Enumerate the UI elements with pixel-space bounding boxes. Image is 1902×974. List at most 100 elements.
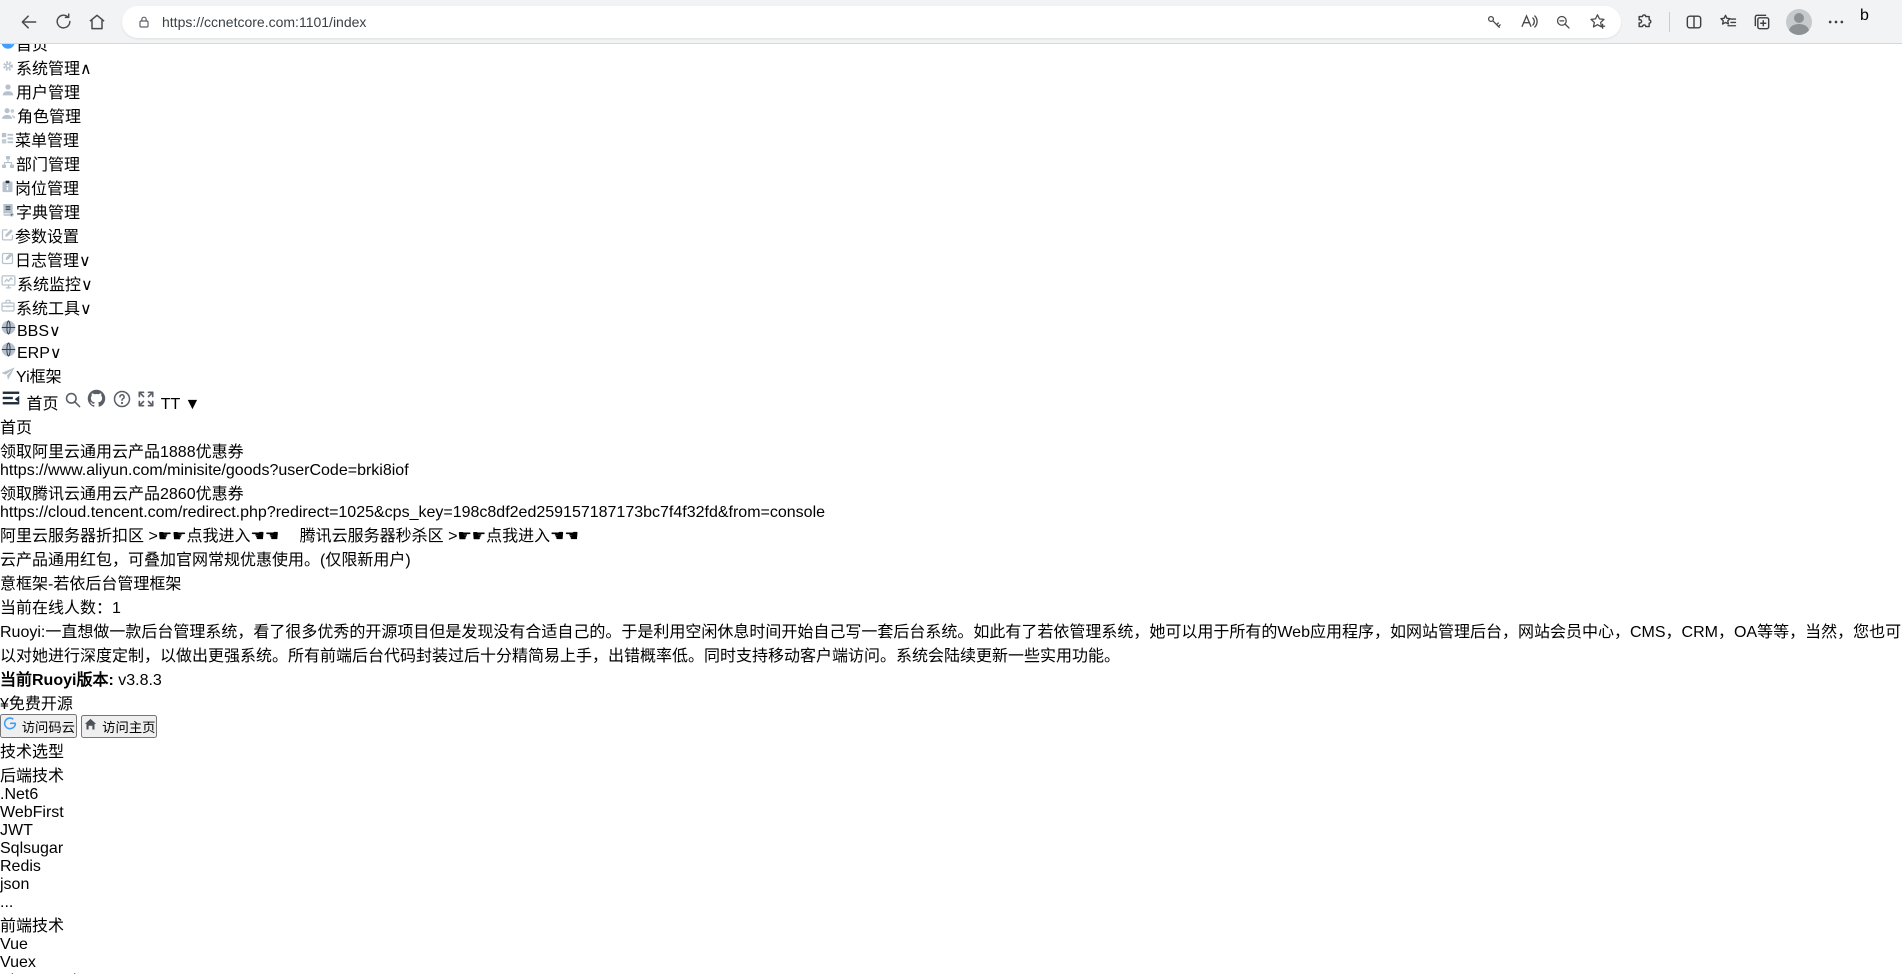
top-navbar: 首页 TT ▼	[0, 387, 1902, 414]
dictionary-icon	[0, 205, 16, 222]
tech-list-item: .Net6	[0, 786, 1902, 804]
favorites-icon[interactable]	[1718, 12, 1738, 32]
sidebar-item-erp[interactable]: ERP∨	[0, 341, 1902, 363]
zoom-out-icon[interactable]	[1554, 13, 1572, 31]
intro-row: 意框架-若依后台管理框架 当前在线人数：1 Ruoyi:一直想做一款后台管理系统…	[0, 570, 1902, 974]
tag-label: 首页	[0, 420, 32, 437]
lock-icon[interactable]	[136, 14, 152, 30]
sidebar-item-label: 系统管理	[16, 61, 80, 78]
sidebar-item-log-management[interactable]: 日志管理∨	[0, 247, 1902, 271]
visit-homepage-button[interactable]: 访问主页	[81, 715, 157, 738]
tech-list-item: JWT	[0, 822, 1902, 840]
tech-list-item: Sqlsugar	[0, 840, 1902, 858]
announcement-line: 领取阿里云通用云产品1888优惠券	[0, 438, 1902, 462]
announcement-line: https://cloud.tencent.com/redirect.php?r…	[0, 504, 1902, 522]
visit-gitee-button[interactable]: 访问码云	[0, 714, 77, 738]
home-solid-icon	[83, 720, 102, 735]
announcement-line: 云产品通用红包，可叠加官网常规优惠使用。(仅限新用户)	[0, 546, 1902, 570]
profile-avatar[interactable]	[1786, 9, 1812, 35]
sidebar-item-label: 菜单管理	[15, 133, 79, 150]
org-tree-icon	[0, 157, 16, 174]
tech-section: 技术选型 后端技术 .Net6WebFirstJWTSqlsugarRedisj…	[0, 738, 1902, 974]
online-count-line: 当前在线人数：1	[0, 594, 1902, 618]
monitor-icon	[0, 277, 17, 294]
intro-description: Ruoyi:一直想做一款后台管理系统，看了很多优秀的开源项目但是发现没有合适自己…	[0, 618, 1902, 666]
gitee-icon	[2, 720, 22, 735]
tags-bar: 首页	[0, 414, 1902, 438]
sidebar-item-label: 日志管理	[15, 253, 79, 270]
backend-tech-title: 后端技术	[0, 762, 1902, 786]
app-window: 意框架管理系统 首页系统管理∧用户管理角色管理菜单管理部门管理岗位管理字典管理参…	[0, 0, 1902, 974]
collections-icon[interactable]	[1752, 12, 1772, 32]
sidebar-item-system-tools[interactable]: 系统工具∨	[0, 295, 1902, 319]
announcement-text: 云产品通用红包，可叠加官网常规优惠使用。(仅限新用户)	[0, 552, 411, 569]
edit-square-icon	[0, 229, 15, 246]
tech-list-item: Vuex	[0, 954, 1902, 972]
url-text[interactable]: https://ccnetcore.com:1101/index	[162, 14, 1473, 30]
sidebar-item-label: 系统监控	[17, 277, 81, 294]
address-bar[interactable]: https://ccnetcore.com:1101/index	[122, 6, 1621, 38]
extensions-icon[interactable]	[1635, 12, 1655, 32]
toolbar-divider	[1669, 12, 1670, 32]
tag-home[interactable]: 首页	[0, 420, 32, 437]
online-label: 当前在线人数：	[0, 600, 112, 617]
users-icon	[0, 109, 17, 126]
home-icon[interactable]	[80, 5, 114, 39]
announcement-link[interactable]: ☛☛点我进入☚☚	[158, 528, 279, 545]
sidebar-item-role-management[interactable]: 角色管理	[0, 103, 1902, 127]
frontend-tech-title: 前端技术	[0, 912, 1902, 936]
split-screen-icon[interactable]	[1684, 12, 1704, 32]
sidebar-item-dept-management[interactable]: 部门管理	[0, 151, 1902, 175]
tech-title: 技术选型	[0, 738, 1902, 762]
visit-gitee-label: 访问码云	[22, 720, 75, 735]
help-icon[interactable]	[112, 396, 136, 413]
search-icon[interactable]	[63, 396, 86, 413]
sidebar-item-post-management[interactable]: 岗位管理	[0, 175, 1902, 199]
favorite-add-icon[interactable]	[1588, 12, 1607, 31]
tech-list-item: WebFirst	[0, 804, 1902, 822]
settings-menu-icon[interactable]	[1826, 12, 1846, 32]
announcement-text: 腾讯云服务器秒杀区 >	[279, 528, 457, 545]
sidebar-menu: 首页系统管理∧用户管理角色管理菜单管理部门管理岗位管理字典管理参数设置日志管理∨…	[0, 31, 1902, 387]
announcement-text: 领取腾讯云通用云产品2860优惠券	[0, 486, 244, 503]
toolbox-icon	[0, 301, 16, 318]
version-line: 当前Ruoyi版本: v3.8.3	[0, 666, 1902, 690]
sidebar-item-menu-management[interactable]: 菜单管理	[0, 127, 1902, 151]
font-size-icon[interactable]: TT	[161, 396, 180, 413]
sidebar-item-dict-management[interactable]: 字典管理	[0, 199, 1902, 223]
version-value: v3.8.3	[118, 672, 162, 689]
user-icon	[0, 85, 16, 102]
fullscreen-icon[interactable]	[136, 396, 160, 413]
user-menu-caret-icon[interactable]: ▼	[184, 396, 200, 413]
announcement-link[interactable]: https://cloud.tencent.com/redirect.php?r…	[0, 504, 825, 521]
globe-icon	[0, 323, 17, 340]
id-card-icon	[0, 181, 15, 198]
chevron-down-icon: ∨	[49, 323, 61, 340]
sidebar: 意框架管理系统 首页系统管理∧用户管理角色管理菜单管理部门管理岗位管理字典管理参…	[0, 0, 1902, 387]
chevron-up-icon: ∧	[80, 61, 92, 78]
refresh-icon[interactable]	[46, 5, 80, 39]
log-icon	[0, 253, 15, 270]
gear-icon	[0, 61, 16, 78]
read-aloud-icon[interactable]	[1519, 12, 1538, 31]
github-icon[interactable]	[86, 396, 111, 413]
sidebar-item-system-management[interactable]: 系统管理∧	[0, 55, 1902, 79]
online-count: 1	[112, 600, 121, 617]
frontend-tech-column: 前端技术 VueVuexElement-uiAxiosSassQuill...	[0, 912, 1902, 974]
sidebar-item-label: 用户管理	[16, 85, 80, 102]
sidebar-item-system-monitor[interactable]: 系统监控∨	[0, 271, 1902, 295]
sidebar-item-label: 岗位管理	[15, 181, 79, 198]
sidebar-item-bbs[interactable]: BBS∨	[0, 319, 1902, 341]
password-key-icon[interactable]	[1485, 13, 1503, 31]
sidebar-toggle-icon[interactable]	[0, 396, 26, 413]
sidebar-item-param-settings[interactable]: 参数设置	[0, 223, 1902, 247]
back-icon[interactable]	[12, 5, 46, 39]
bing-chat-icon[interactable]: b	[1860, 7, 1890, 37]
announcement-link[interactable]: ☛☛点我进入☚☚	[457, 528, 578, 545]
chevron-down-icon: ∨	[79, 253, 91, 270]
backend-tech-list: .Net6WebFirstJWTSqlsugarRedisjson...	[0, 786, 1902, 912]
sidebar-item-user-management[interactable]: 用户管理	[0, 79, 1902, 103]
browser-chrome: https://ccnetcore.com:1101/index	[0, 0, 1902, 44]
announcement-link[interactable]: https://www.aliyun.com/minisite/goods?us…	[0, 462, 409, 479]
sidebar-item-yi-framework[interactable]: Yi框架	[0, 363, 1902, 387]
